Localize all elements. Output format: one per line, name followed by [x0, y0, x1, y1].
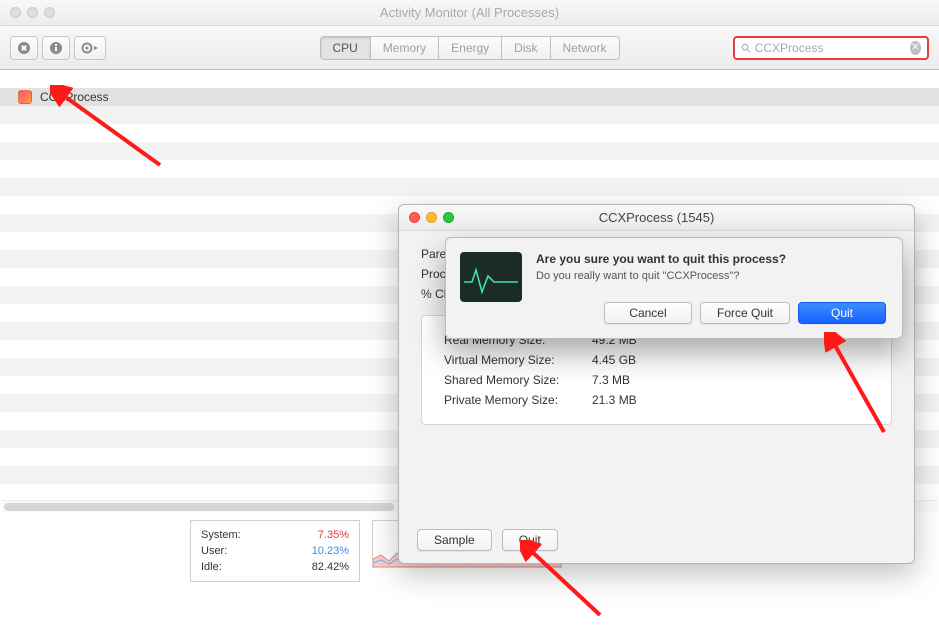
process-app-icon: [18, 90, 32, 104]
tab-cpu[interactable]: CPU: [319, 36, 369, 60]
tab-energy[interactable]: Energy: [438, 36, 501, 60]
cancel-button[interactable]: Cancel: [604, 302, 692, 324]
info-button[interactable]: [42, 36, 70, 60]
alert-heading: Are you sure you want to quit this proce…: [536, 252, 886, 266]
process-row[interactable]: CCXProcess: [0, 88, 939, 106]
mem-priv-label: Private Memory Size:: [444, 390, 574, 410]
mem-virt-label: Virtual Memory Size:: [444, 350, 574, 370]
cpu-stats-box: System: 7.35% User: 10.23% Idle: 82.42%: [190, 520, 360, 582]
search-icon: [741, 42, 751, 54]
titlebar: Activity Monitor (All Processes): [0, 0, 939, 26]
search-input[interactable]: [755, 41, 910, 55]
stop-process-button[interactable]: [10, 36, 38, 60]
process-info-titlebar: CCXProcess (1545): [399, 205, 914, 231]
list-row-empty: [0, 124, 939, 142]
list-row-empty: [0, 160, 939, 178]
toolbar: CPU Memory Energy Disk Network ✕: [0, 26, 939, 70]
mem-shared-label: Shared Memory Size:: [444, 370, 574, 390]
process-info-title: CCXProcess (1545): [399, 210, 914, 225]
stat-system-label: System:: [201, 527, 241, 543]
alert-body: Do you really want to quit "CCXProcess"?: [536, 270, 886, 282]
stat-idle-value: 82.42%: [312, 559, 349, 575]
list-row-empty: [0, 142, 939, 160]
stat-idle-label: Idle:: [201, 559, 222, 575]
list-row-empty: [0, 106, 939, 124]
tab-memory[interactable]: Memory: [370, 36, 438, 60]
tab-bar: CPU Memory Energy Disk Network: [319, 36, 619, 60]
force-quit-button[interactable]: Force Quit: [700, 302, 790, 324]
alert-app-icon: [460, 252, 522, 302]
tab-disk[interactable]: Disk: [501, 36, 549, 60]
quit-confirm-dialog: Are you sure you want to quit this proce…: [445, 237, 903, 339]
stat-system-value: 7.35%: [318, 527, 349, 543]
mem-shared-value: 7.3 MB: [592, 370, 630, 390]
list-row-empty: [0, 178, 939, 196]
window-title: Activity Monitor (All Processes): [0, 5, 939, 20]
scrollbar-thumb[interactable]: [4, 503, 394, 511]
search-field[interactable]: ✕: [733, 36, 929, 60]
mem-priv-value: 21.3 MB: [592, 390, 637, 410]
list-header-row: [0, 70, 939, 88]
process-info-window: CCXProcess (1545) Parent Proces: % CPU: …: [398, 204, 915, 564]
settings-gear-button[interactable]: [74, 36, 106, 60]
process-name: CCXProcess: [40, 90, 109, 104]
clear-search-icon[interactable]: ✕: [910, 41, 921, 55]
quit-button[interactable]: Quit: [502, 529, 558, 551]
mem-virt-value: 4.45 GB: [592, 350, 636, 370]
sample-button[interactable]: Sample: [417, 529, 492, 551]
quit-confirm-button[interactable]: Quit: [798, 302, 886, 324]
tab-network[interactable]: Network: [550, 36, 620, 60]
stat-user-label: User:: [201, 543, 227, 559]
stat-user-value: 10.23%: [312, 543, 349, 559]
